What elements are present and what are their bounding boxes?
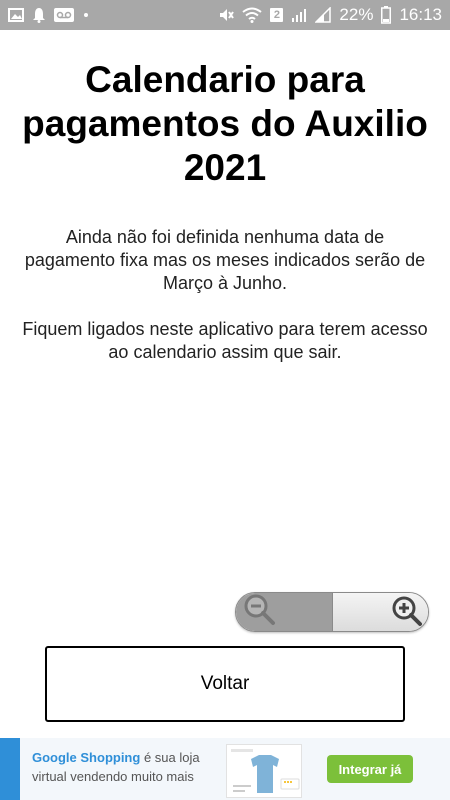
zoom-out-button[interactable] [236,593,332,631]
status-right: 2 22% 16:13 [218,5,442,25]
voicemail-icon [54,7,74,23]
clock: 16:13 [399,5,442,24]
image-icon [8,7,24,23]
sim-badge: 2 [270,8,284,22]
ad-brand: Google Shopping [32,750,141,765]
info-paragraph: Ainda não foi definida nenhuma data de p… [24,227,426,293]
ad-product-image [226,744,302,798]
wifi-icon [242,7,263,23]
mute-icon [218,7,235,23]
bell-icon [32,7,46,23]
status-bar: 2 22% 16:13 [0,0,450,30]
signal-icon [315,7,332,23]
ad-accent-bar [0,738,20,800]
zoom-in-icon [388,593,424,631]
zoom-out-icon [242,593,278,631]
notification-dot-icon [84,13,88,17]
ad-text: Google Shopping é sua loja virtual vende… [32,748,212,786]
page-title: Calendario para pagamentos do Auxilio 20… [22,59,428,188]
signal-icon [291,7,307,23]
back-button[interactable]: Voltar [45,646,405,722]
battery-icon [381,6,392,24]
ad-cta-button[interactable]: Integrar já [327,755,413,783]
status-left [8,7,88,23]
battery-percent: 22% [339,5,374,24]
zoom-control [235,592,429,632]
notice-paragraph: Fiquem ligados neste aplicativo para ter… [22,319,428,362]
zoom-in-button[interactable] [332,593,428,631]
